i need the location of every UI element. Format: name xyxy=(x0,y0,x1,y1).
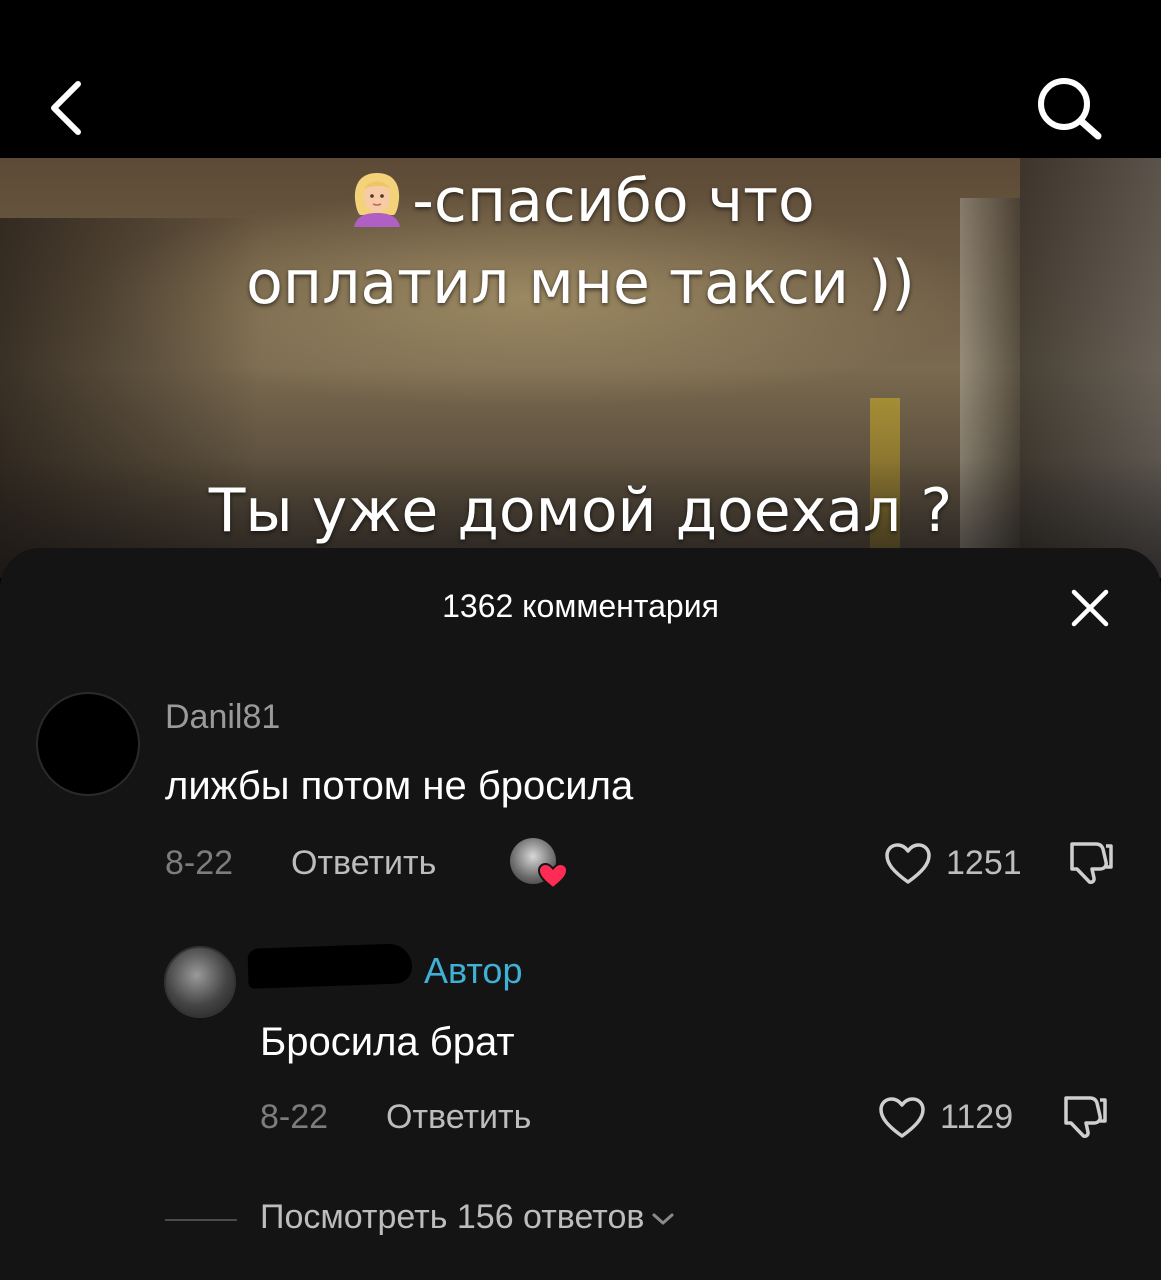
commenter-avatar[interactable] xyxy=(36,692,140,796)
reply-like-count: 1129 xyxy=(940,1098,1014,1136)
comments-count-title: 1362 комментария xyxy=(442,588,719,624)
video-player[interactable]: -спасибо что оплатил мне такси )) Ты уже… xyxy=(0,158,1161,578)
comment-like-count: 1251 xyxy=(946,844,1022,882)
video-caption-line-3: Ты уже домой доехал ? xyxy=(208,476,953,546)
chevron-down-icon xyxy=(652,1213,674,1225)
view-replies-label: Посмотреть 156 ответов xyxy=(260,1198,645,1236)
back-button[interactable] xyxy=(40,78,96,138)
author-avatar[interactable] xyxy=(164,946,236,1018)
heart-outline-icon[interactable] xyxy=(884,842,932,886)
reply-date: 8-22 xyxy=(260,1098,329,1136)
comment-text: лижбы потом не бросила xyxy=(165,764,634,808)
comment-reply-button[interactable]: Ответить xyxy=(291,844,436,883)
replies-divider xyxy=(165,1219,237,1221)
search-button[interactable] xyxy=(1030,72,1110,144)
video-caption-line-1: -спасибо что xyxy=(0,166,1161,236)
comment-username[interactable]: Danil81 xyxy=(165,698,280,737)
comment-date: 8-22 xyxy=(165,844,234,882)
reply-text: Бросила брат xyxy=(260,1020,515,1064)
creator-heart-icon xyxy=(538,862,568,890)
heart-outline-icon[interactable] xyxy=(878,1096,926,1140)
top-bar xyxy=(0,0,1161,158)
search-icon xyxy=(1038,78,1102,140)
redacted-username xyxy=(247,943,413,989)
close-button[interactable] xyxy=(1066,584,1114,632)
video-caption-line-2: оплатил мне такси )) xyxy=(246,248,915,318)
thumbs-down-icon[interactable] xyxy=(1060,1092,1110,1142)
thumbs-down-icon[interactable] xyxy=(1066,838,1116,888)
woman-tipping-hand-emoji-icon xyxy=(346,169,408,227)
view-replies-button[interactable]: Посмотреть 156 ответов xyxy=(260,1198,676,1237)
author-badge: Автор xyxy=(424,950,523,991)
reply-reply-button[interactable]: Ответить xyxy=(386,1098,531,1137)
close-icon xyxy=(1071,589,1109,627)
comments-sheet: 1362 комментария Danil81 лижбы потом не … xyxy=(0,548,1161,1280)
chevron-left-icon xyxy=(51,81,81,135)
